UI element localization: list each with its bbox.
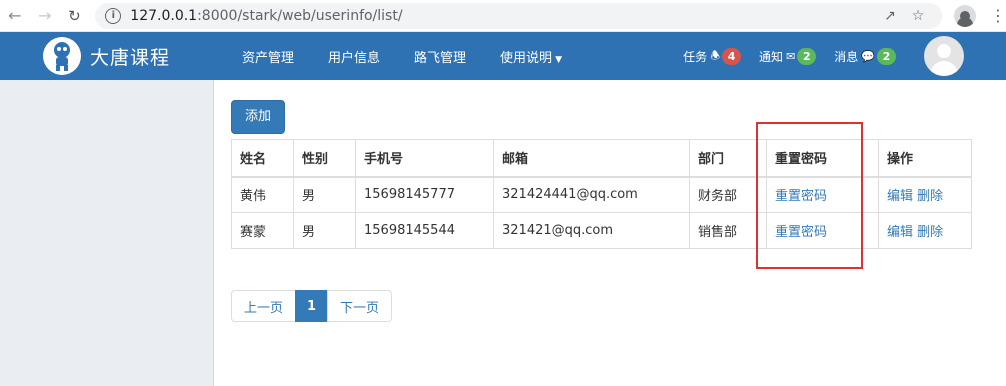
- cell-name: 黄伟: [231, 176, 294, 213]
- url-host: 127.0.0.1: [130, 7, 198, 24]
- brand-logo-icon: [43, 37, 81, 75]
- table-row: 黄伟 男 15698145777 321424441@qq.com 财务部 重置…: [231, 176, 972, 213]
- cell-gender: 男: [293, 176, 356, 213]
- cell-department: 财务部: [689, 176, 767, 213]
- comment-icon: 💬: [861, 49, 875, 63]
- col-header-reset-password: 重置密码: [766, 139, 879, 178]
- prev-page-button[interactable]: 上一页: [231, 290, 296, 322]
- cell-reset-password: 重置密码: [766, 176, 879, 213]
- cell-phone: 15698145544: [355, 212, 494, 249]
- next-page-button[interactable]: 下一页: [327, 290, 392, 322]
- col-header-email: 邮箱: [493, 139, 690, 178]
- notif-tasks-label: 任务: [683, 49, 708, 64]
- share-icon[interactable]: ↗: [876, 8, 904, 24]
- delete-link[interactable]: 删除: [917, 189, 943, 204]
- top-navbar: 大唐课程 资产管理 用户信息 路飞管理 使用说明 ▼ 任务 🕭 4 通知 ✉ 2 …: [0, 32, 1006, 80]
- notif-notices-label: 通知: [759, 49, 784, 64]
- profile-icon[interactable]: [953, 4, 976, 27]
- notif-tasks[interactable]: 任务 🕭 4: [683, 47, 742, 66]
- edit-link[interactable]: 编辑: [887, 189, 913, 204]
- col-header-gender: 性别: [293, 139, 356, 178]
- sidebar: [0, 80, 214, 386]
- bell-icon: 🕭: [710, 48, 721, 62]
- address-bar[interactable]: i 127.0.0.1:8000/stark/web/userinfo/list…: [95, 2, 942, 29]
- tasks-count-badge: 4: [722, 47, 742, 65]
- cell-phone: 15698145777: [355, 176, 494, 213]
- col-header-name: 姓名: [231, 139, 294, 178]
- url-path: :8000/stark/web/userinfo/list/: [197, 7, 403, 24]
- cell-gender: 男: [293, 212, 356, 249]
- table-header-row: 姓名 性别 手机号 邮箱 部门 重置密码 操作: [231, 139, 972, 178]
- brand-title: 大唐课程: [90, 46, 171, 69]
- col-header-phone: 手机号: [355, 139, 494, 178]
- menu-user-info[interactable]: 用户信息: [311, 47, 397, 66]
- browser-menu-icon[interactable]: ⋮: [990, 6, 1006, 25]
- current-page-button[interactable]: 1: [295, 290, 328, 322]
- user-avatar[interactable]: [924, 36, 964, 76]
- menu-luffy-management[interactable]: 路飞管理: [397, 47, 483, 66]
- notif-notices[interactable]: 通知 ✉ 2: [759, 47, 817, 65]
- main-menu: 资产管理 用户信息 路飞管理 使用说明 ▼: [225, 47, 579, 66]
- notif-messages-label: 消息: [834, 49, 859, 64]
- caret-down-icon: ▼: [555, 54, 562, 65]
- menu-usage-guide-label: 使用说明: [500, 50, 553, 66]
- col-header-actions: 操作: [878, 139, 972, 178]
- reload-icon[interactable]: ↻: [60, 0, 90, 32]
- cell-actions: 编辑 删除: [878, 176, 972, 213]
- site-info-icon[interactable]: i: [105, 7, 122, 24]
- messages-count-badge: 2: [877, 47, 896, 65]
- reset-password-link[interactable]: 重置密码: [775, 225, 827, 240]
- user-table: 姓名 性别 手机号 邮箱 部门 重置密码 操作 黄伟 男 15698145777…: [231, 139, 972, 249]
- edit-link[interactable]: 编辑: [887, 225, 913, 240]
- forward-arrow-icon[interactable]: →: [30, 0, 60, 32]
- add-button[interactable]: 添加: [231, 100, 285, 134]
- bookmark-star-icon[interactable]: ☆: [904, 8, 932, 24]
- cell-reset-password: 重置密码: [766, 212, 879, 249]
- reset-password-link[interactable]: 重置密码: [775, 189, 827, 204]
- cell-actions: 编辑 删除: [878, 212, 972, 249]
- brand[interactable]: 大唐课程: [0, 37, 215, 75]
- pagination: 上一页 1 下一页: [231, 290, 1006, 322]
- envelope-icon: ✉: [786, 49, 796, 63]
- main-content: 添加 姓名 性别 手机号 邮箱 部门 重置密码 操作 黄伟 男 15698145…: [214, 80, 1006, 386]
- back-arrow-icon[interactable]: ←: [0, 0, 30, 32]
- cell-department: 销售部: [689, 212, 767, 249]
- notif-messages[interactable]: 消息 💬 2: [834, 47, 896, 65]
- col-header-department: 部门: [689, 139, 767, 178]
- delete-link[interactable]: 删除: [917, 225, 943, 240]
- cell-email: 321424441@qq.com: [493, 176, 690, 213]
- url-text[interactable]: 127.0.0.1:8000/stark/web/userinfo/list/: [130, 8, 876, 24]
- browser-toolbar: ← → ↻ i 127.0.0.1:8000/stark/web/userinf…: [0, 0, 1006, 32]
- menu-usage-guide[interactable]: 使用说明 ▼: [483, 47, 579, 66]
- cell-name: 赛蒙: [231, 212, 294, 249]
- menu-asset-management[interactable]: 资产管理: [225, 47, 311, 66]
- cell-email: 321421@qq.com: [493, 212, 690, 249]
- notices-count-badge: 2: [797, 47, 817, 65]
- table-row: 赛蒙 男 15698145544 321421@qq.com 销售部 重置密码 …: [231, 212, 972, 249]
